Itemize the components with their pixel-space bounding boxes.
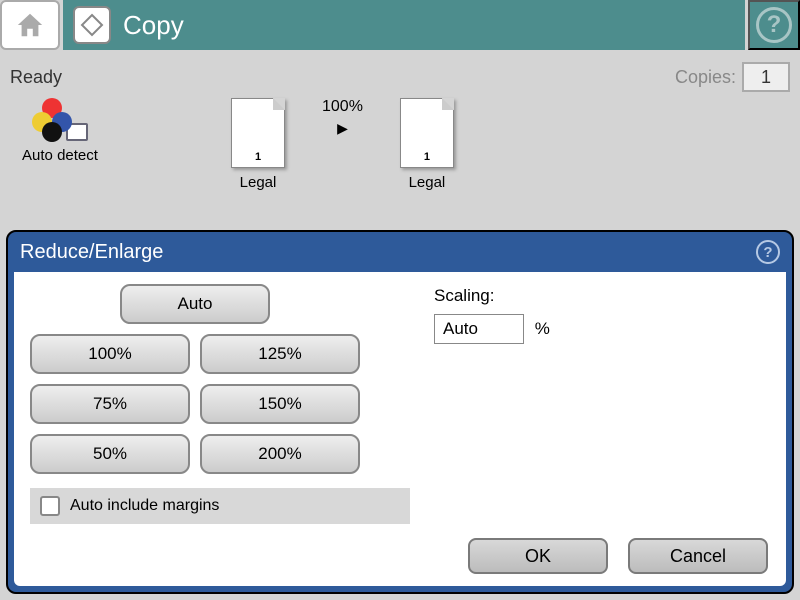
help-button[interactable]: ?	[748, 0, 800, 50]
dest-page-block[interactable]: 1 Legal	[387, 98, 467, 191]
preset-125-button[interactable]: 125%	[200, 334, 360, 374]
copies-field[interactable]: 1	[742, 62, 790, 92]
auto-margins-label: Auto include margins	[70, 497, 219, 515]
header-title: Copy	[123, 10, 184, 41]
status-text: Ready	[10, 67, 675, 88]
ok-button[interactable]: OK	[468, 538, 608, 574]
home-icon	[15, 11, 45, 39]
source-paper-label: Legal	[218, 174, 298, 191]
preset-75-button[interactable]: 75%	[30, 384, 190, 424]
start-copy-button[interactable]	[73, 6, 111, 44]
scale-percent: 100%	[322, 98, 363, 116]
preset-200-button[interactable]: 200%	[200, 434, 360, 474]
color-mode-label: Auto detect	[10, 147, 110, 164]
start-icon	[80, 13, 104, 37]
screen-header: Copy	[63, 0, 745, 50]
dialog-help-button[interactable]: ?	[756, 240, 780, 264]
cancel-button[interactable]: Cancel	[628, 538, 768, 574]
preset-150-button[interactable]: 150%	[200, 384, 360, 424]
home-button[interactable]	[0, 0, 60, 50]
preset-auto-button[interactable]: Auto	[120, 284, 270, 324]
dest-paper-label: Legal	[387, 174, 467, 191]
preset-50-button[interactable]: 50%	[30, 434, 190, 474]
dialog-title: Reduce/Enlarge	[20, 241, 163, 264]
help-icon: ?	[756, 7, 792, 43]
auto-margins-checkbox[interactable]	[40, 496, 60, 516]
scaling-unit: %	[535, 319, 550, 338]
scale-indicator: 100% ▶	[322, 98, 363, 137]
preset-100-button[interactable]: 100%	[30, 334, 190, 374]
color-mode-block[interactable]: Auto detect	[10, 98, 110, 164]
source-page-icon: 1	[231, 98, 285, 168]
copies-label: Copies:	[675, 67, 736, 88]
dest-page-icon: 1	[400, 98, 454, 168]
reduce-enlarge-dialog: Reduce/Enlarge ? Auto 100% 125% 75% 150%…	[6, 230, 794, 594]
auto-margins-row[interactable]: Auto include margins	[30, 488, 410, 524]
arrow-right-icon: ▶	[322, 120, 363, 137]
source-page-block[interactable]: 1 Legal	[218, 98, 298, 191]
scaling-field[interactable]: Auto	[434, 314, 524, 344]
color-wheel-icon	[32, 98, 72, 138]
scaling-label: Scaling:	[434, 286, 550, 306]
